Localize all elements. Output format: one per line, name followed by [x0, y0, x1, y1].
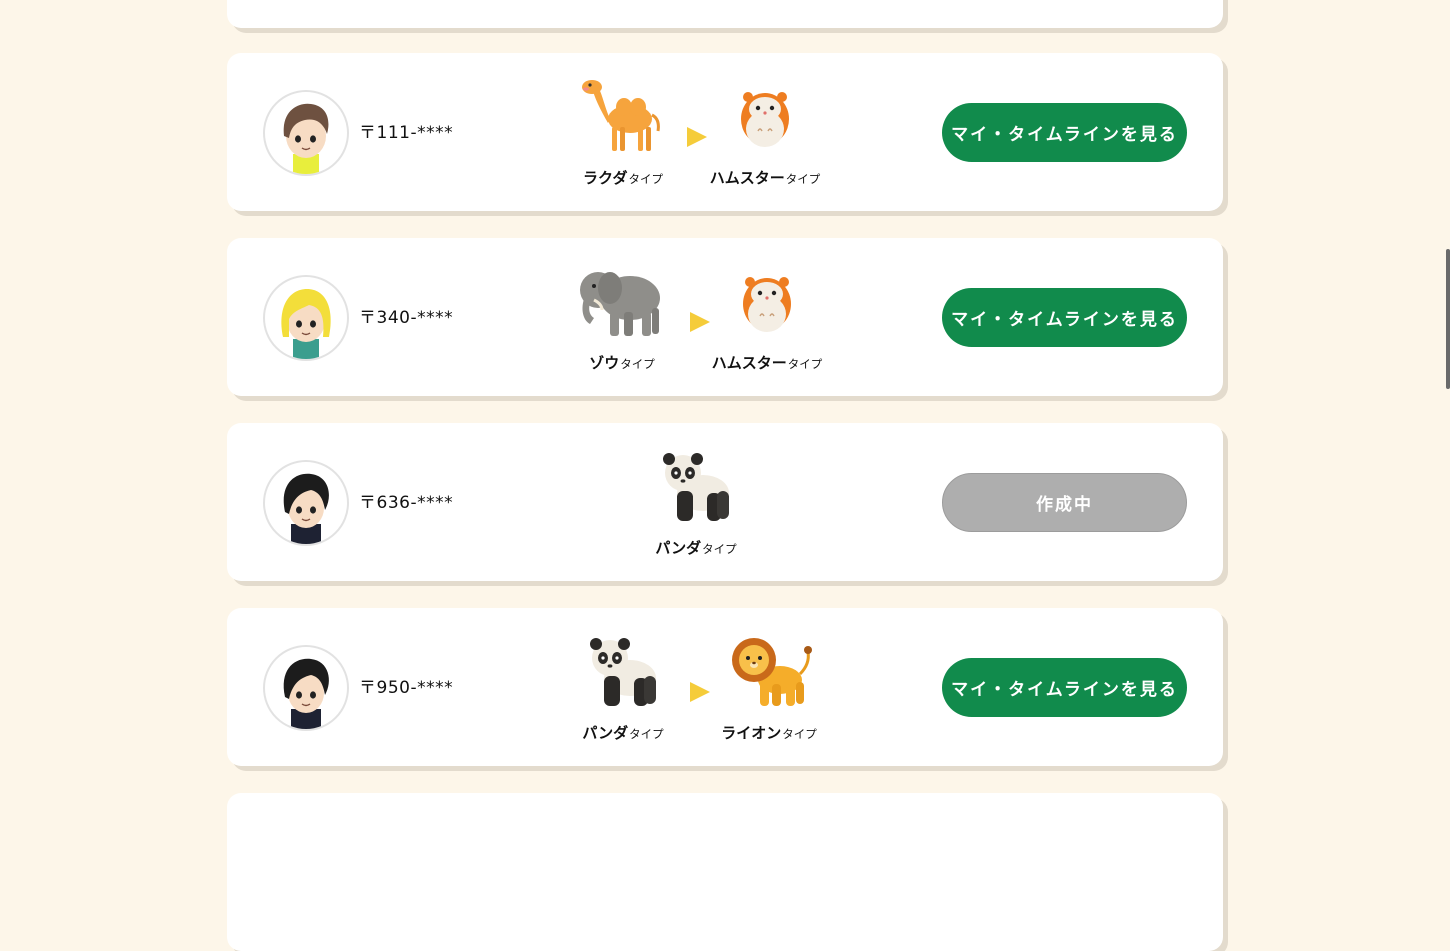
postal-code: 〒111-**** — [359, 123, 454, 143]
postal-code: 〒636-**** — [359, 493, 454, 513]
animal-type-from: ゾウタイプ — [557, 260, 687, 380]
partial-card-bottom — [227, 793, 1223, 951]
animal-type-to: ライオンタイプ — [704, 630, 834, 750]
animal-type-from: パンダタイプ — [631, 445, 761, 565]
animal-type-from: パンダタイプ — [558, 630, 688, 750]
avatar — [263, 460, 349, 546]
animal-type-to: ハムスタータイプ — [700, 75, 830, 195]
view-timeline-button[interactable]: マイ・タイムラインを見る — [942, 658, 1187, 717]
animal-type-to: ハムスタータイプ — [702, 260, 832, 380]
avatar — [263, 645, 349, 731]
avatar — [263, 90, 349, 176]
postal-code: 〒950-**** — [359, 678, 454, 698]
animal-type-from: ラクダタイプ — [558, 75, 688, 195]
result-card: 〒111-**** ラクダタイプ ハムスタータイプ マイ・タイムラインを見る — [227, 53, 1223, 211]
view-timeline-button[interactable]: マイ・タイムラインを見る — [942, 288, 1187, 347]
scrollbar-thumb[interactable] — [1446, 249, 1450, 389]
in-progress-button[interactable]: 作成中 — [942, 473, 1187, 532]
postal-code: 〒340-**** — [359, 308, 454, 328]
partial-card-top — [227, 0, 1223, 28]
view-timeline-button[interactable]: マイ・タイムラインを見る — [942, 103, 1187, 162]
result-card: 〒636-**** パンダタイプ 作成中 — [227, 423, 1223, 581]
result-card: 〒340-**** ゾウタイプ ハムスタータイプ マイ・タイムラインを見る — [227, 238, 1223, 396]
result-card: 〒950-**** パンダタイプ ライオンタイプ マイ・タイムラインを見る — [227, 608, 1223, 766]
avatar — [263, 275, 349, 361]
